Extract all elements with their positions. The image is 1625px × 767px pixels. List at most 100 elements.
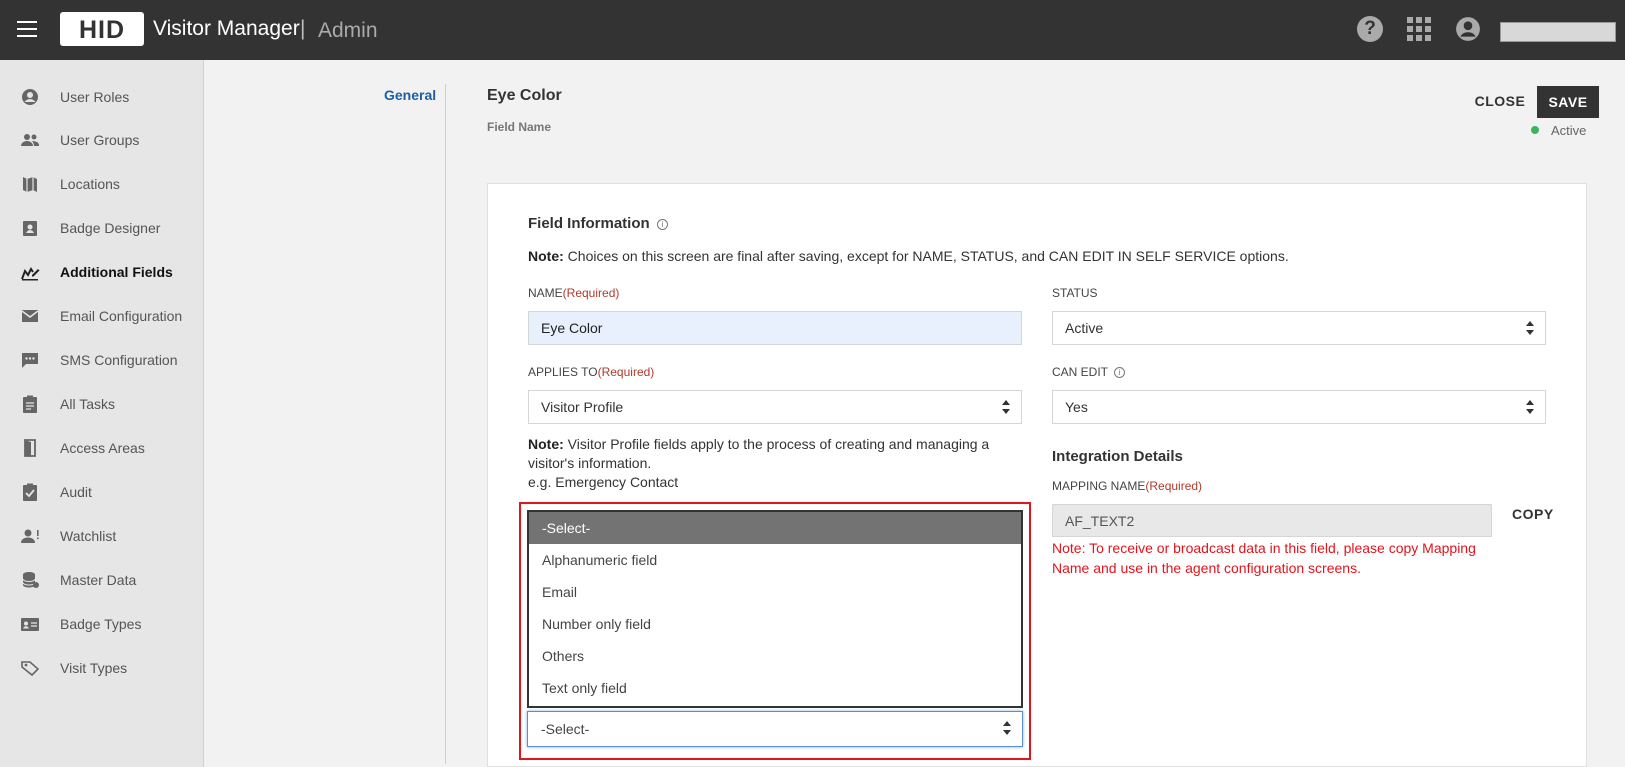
- applies-to-value: Visitor Profile: [541, 399, 624, 415]
- sidebar-item-additional-fields[interactable]: Additional Fields: [0, 254, 204, 290]
- info-icon[interactable]: i: [656, 218, 668, 230]
- note-example: e.g. Emergency Contact: [528, 474, 679, 490]
- dropdown-option-text-only[interactable]: Text only field: [529, 672, 1021, 704]
- tab-divider: [445, 84, 446, 764]
- person-alert-icon: [21, 529, 39, 543]
- apps-grid-icon[interactable]: [1406, 16, 1432, 42]
- account-circle-icon: [22, 89, 38, 105]
- mail-icon: [21, 310, 39, 322]
- sidebar-item-label: Audit: [60, 484, 92, 500]
- mapping-name-label-text: MAPPING NAME: [1052, 479, 1146, 493]
- sidebar-item-label: Watchlist: [60, 528, 117, 544]
- field-type-select-value: -Select-: [541, 721, 590, 737]
- tab-general[interactable]: General: [384, 87, 436, 103]
- sidebar-item-label: User Roles: [60, 89, 130, 105]
- status-label: Active: [1551, 123, 1587, 138]
- sidebar-item-access-areas[interactable]: Access Areas: [0, 430, 204, 466]
- title-separator: |: [300, 17, 306, 40]
- mapping-name-label: MAPPING NAME(Required): [1052, 479, 1202, 493]
- integration-details-title: Integration Details: [1052, 448, 1183, 465]
- mapping-name-input[interactable]: [1052, 504, 1492, 537]
- name-label: NAME(Required): [528, 286, 619, 300]
- page-title: Eye Color: [487, 87, 562, 104]
- field-type-select[interactable]: -Select-: [527, 711, 1023, 747]
- sidebar-item-email-configuration[interactable]: Email Configuration: [0, 298, 204, 334]
- section-title: Field Information i: [528, 215, 668, 232]
- name-input[interactable]: [528, 311, 1022, 345]
- info-icon[interactable]: i: [1114, 367, 1126, 379]
- can-edit-value: Yes: [1065, 399, 1088, 415]
- status-dot: [1531, 126, 1539, 134]
- map-icon: [23, 177, 37, 192]
- applies-to-label: APPLIES TO(Required): [528, 365, 654, 379]
- database-icon: [22, 572, 39, 588]
- dropdown-option-email[interactable]: Email: [529, 576, 1021, 608]
- tag-icon: [21, 661, 40, 677]
- user-name-box[interactable]: [1500, 22, 1616, 42]
- sidebar-item-label: Email Configuration: [60, 308, 183, 324]
- dropdown-option-select[interactable]: -Select-: [529, 512, 1021, 544]
- required-marker: (Required): [597, 365, 655, 379]
- can-edit-select[interactable]: Yes: [1052, 390, 1546, 424]
- note-prefix: Note:: [528, 436, 564, 452]
- close-button[interactable]: CLOSE: [1470, 86, 1530, 116]
- message-icon: [22, 353, 38, 368]
- sidebar-item-label: SMS Configuration: [60, 352, 178, 368]
- select-arrows-icon: [1525, 400, 1535, 416]
- applies-to-select[interactable]: Visitor Profile: [528, 390, 1022, 424]
- sidebar-item-watchlist[interactable]: Watchlist: [0, 518, 204, 554]
- sidebar-item-label: Additional Fields: [60, 264, 173, 280]
- sidebar-item-audit[interactable]: Audit: [0, 474, 204, 510]
- sidebar-item-sms-configuration[interactable]: SMS Configuration: [0, 342, 204, 378]
- field-type-dropdown-list: -Select- Alphanumeric field Email Number…: [527, 510, 1023, 708]
- sidebar-item-badge-designer[interactable]: Badge Designer: [0, 210, 204, 246]
- account-icon[interactable]: [1455, 16, 1481, 42]
- people-icon: [21, 134, 39, 146]
- select-arrows-icon: [1525, 321, 1535, 337]
- logo-text: HID: [78, 16, 126, 44]
- section-title-text: Field Information: [528, 215, 650, 232]
- sidebar-item-label: Master Data: [60, 572, 137, 588]
- dropdown-option-number-only[interactable]: Number only field: [529, 608, 1021, 640]
- note-text: Visitor Profile fields apply to the proc…: [528, 436, 990, 471]
- clipboard-icon: [23, 395, 37, 413]
- sidebar-item-label: Badge Designer: [60, 220, 161, 236]
- page-subtitle: Field Name: [487, 120, 552, 134]
- dropdown-option-others[interactable]: Others: [529, 640, 1021, 672]
- copy-button[interactable]: COPY: [1512, 506, 1554, 522]
- sidebar-item-user-groups[interactable]: User Groups: [0, 122, 204, 158]
- note-prefix: Note:: [528, 248, 564, 264]
- app-subtitle: Admin: [318, 19, 378, 42]
- mapping-note: Note: To receive or broadcast data in th…: [1052, 540, 1476, 576]
- sidebar-item-master-data[interactable]: Master Data: [0, 562, 204, 598]
- sidebar-item-locations[interactable]: Locations: [0, 166, 204, 202]
- sidebar-item-label: Access Areas: [60, 440, 145, 456]
- menu-icon[interactable]: [17, 21, 37, 37]
- save-button[interactable]: SAVE: [1537, 86, 1599, 118]
- sidebar-item-all-tasks[interactable]: All Tasks: [0, 386, 204, 422]
- note-text: Choices on this screen are final after s…: [563, 248, 1289, 264]
- sidebar-item-label: All Tasks: [60, 396, 115, 412]
- dropdown-option-alphanumeric[interactable]: Alphanumeric field: [529, 544, 1021, 576]
- required-marker: (Required): [1145, 479, 1203, 493]
- select-arrows-icon: [1001, 400, 1011, 416]
- visitor-profile-note: Note: Visitor Profile fields apply to th…: [528, 435, 1022, 492]
- sidebar: User Roles User Groups Locations Badge D…: [0, 60, 204, 767]
- edit-fields-icon: [21, 267, 40, 281]
- required-marker: (Required): [562, 286, 620, 300]
- badge-icon: [23, 221, 37, 236]
- help-icon[interactable]: ?: [1357, 16, 1383, 42]
- status-select[interactable]: Active: [1052, 311, 1546, 345]
- sidebar-item-user-roles[interactable]: User Roles: [0, 79, 204, 115]
- name-label-text: NAME: [528, 286, 563, 300]
- sidebar-item-label: Locations: [60, 176, 120, 192]
- sidebar-item-label: User Groups: [60, 132, 140, 148]
- sidebar-item-visit-types[interactable]: Visit Types: [0, 650, 204, 686]
- sidebar-item-badge-types[interactable]: Badge Types: [0, 606, 204, 642]
- can-edit-label-text: CAN EDIT: [1052, 365, 1108, 379]
- hid-logo: HID: [60, 12, 144, 46]
- status-select-value: Active: [1065, 320, 1104, 336]
- sidebar-item-label: Badge Types: [60, 616, 142, 632]
- id-card-icon: [21, 618, 39, 631]
- applies-to-label-text: APPLIES TO: [528, 365, 598, 379]
